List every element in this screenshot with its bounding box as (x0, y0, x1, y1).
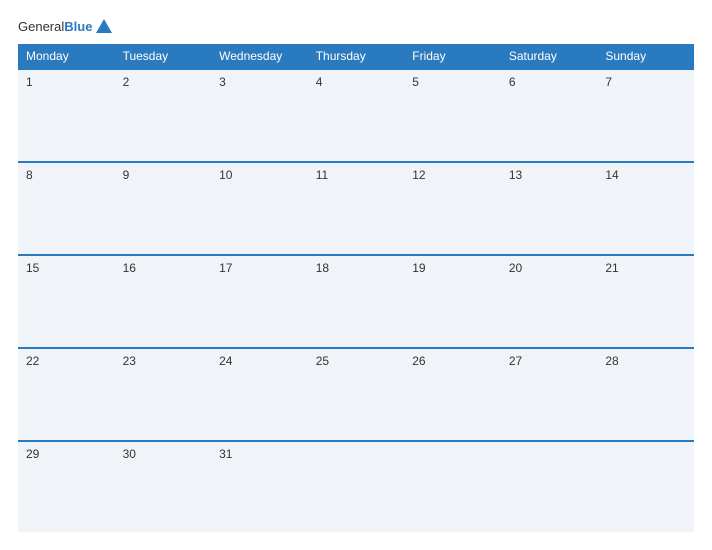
day-cell-8: 8 (18, 162, 115, 255)
day-cell-28: 28 (597, 348, 694, 441)
weekday-header-friday: Friday (404, 44, 501, 69)
day-cell-1: 1 (18, 69, 115, 162)
week-row-2: 891011121314 (18, 162, 694, 255)
day-cell-7: 7 (597, 69, 694, 162)
day-cell-13: 13 (501, 162, 598, 255)
calendar-page: GeneralBlue MondayTuesdayWednesdayThursd… (0, 0, 712, 550)
week-row-4: 22232425262728 (18, 348, 694, 441)
day-cell-11: 11 (308, 162, 405, 255)
day-cell-27: 27 (501, 348, 598, 441)
day-cell-5: 5 (404, 69, 501, 162)
day-cell-26: 26 (404, 348, 501, 441)
day-cell-14: 14 (597, 162, 694, 255)
calendar-table: MondayTuesdayWednesdayThursdayFridaySatu… (18, 44, 694, 532)
weekday-header-row: MondayTuesdayWednesdayThursdayFridaySatu… (18, 44, 694, 69)
week-row-5: 293031 (18, 441, 694, 532)
day-cell-10: 10 (211, 162, 308, 255)
day-cell-17: 17 (211, 255, 308, 348)
day-cell-4: 4 (308, 69, 405, 162)
calendar-body: 1234567891011121314151617181920212223242… (18, 69, 694, 532)
weekday-header-sunday: Sunday (597, 44, 694, 69)
day-cell-2: 2 (115, 69, 212, 162)
day-cell-15: 15 (18, 255, 115, 348)
day-cell-3: 3 (211, 69, 308, 162)
day-cell-16: 16 (115, 255, 212, 348)
day-cell-23: 23 (115, 348, 212, 441)
day-cell-30: 30 (115, 441, 212, 532)
day-cell-20: 20 (501, 255, 598, 348)
day-cell-12: 12 (404, 162, 501, 255)
calendar-header: MondayTuesdayWednesdayThursdayFridaySatu… (18, 44, 694, 69)
logo: GeneralBlue (18, 18, 112, 36)
weekday-header-thursday: Thursday (308, 44, 405, 69)
empty-cell (404, 441, 501, 532)
day-cell-6: 6 (501, 69, 598, 162)
logo-triangle-icon (96, 19, 112, 33)
day-cell-9: 9 (115, 162, 212, 255)
day-cell-19: 19 (404, 255, 501, 348)
week-row-3: 15161718192021 (18, 255, 694, 348)
empty-cell (308, 441, 405, 532)
day-cell-18: 18 (308, 255, 405, 348)
empty-cell (597, 441, 694, 532)
weekday-header-saturday: Saturday (501, 44, 598, 69)
day-cell-29: 29 (18, 441, 115, 532)
day-cell-21: 21 (597, 255, 694, 348)
day-cell-31: 31 (211, 441, 308, 532)
weekday-header-monday: Monday (18, 44, 115, 69)
day-cell-25: 25 (308, 348, 405, 441)
empty-cell (501, 441, 598, 532)
header: GeneralBlue (18, 18, 694, 36)
logo-text-block: GeneralBlue (18, 18, 92, 36)
week-row-1: 1234567 (18, 69, 694, 162)
weekday-header-wednesday: Wednesday (211, 44, 308, 69)
day-cell-24: 24 (211, 348, 308, 441)
weekday-header-tuesday: Tuesday (115, 44, 212, 69)
day-cell-22: 22 (18, 348, 115, 441)
